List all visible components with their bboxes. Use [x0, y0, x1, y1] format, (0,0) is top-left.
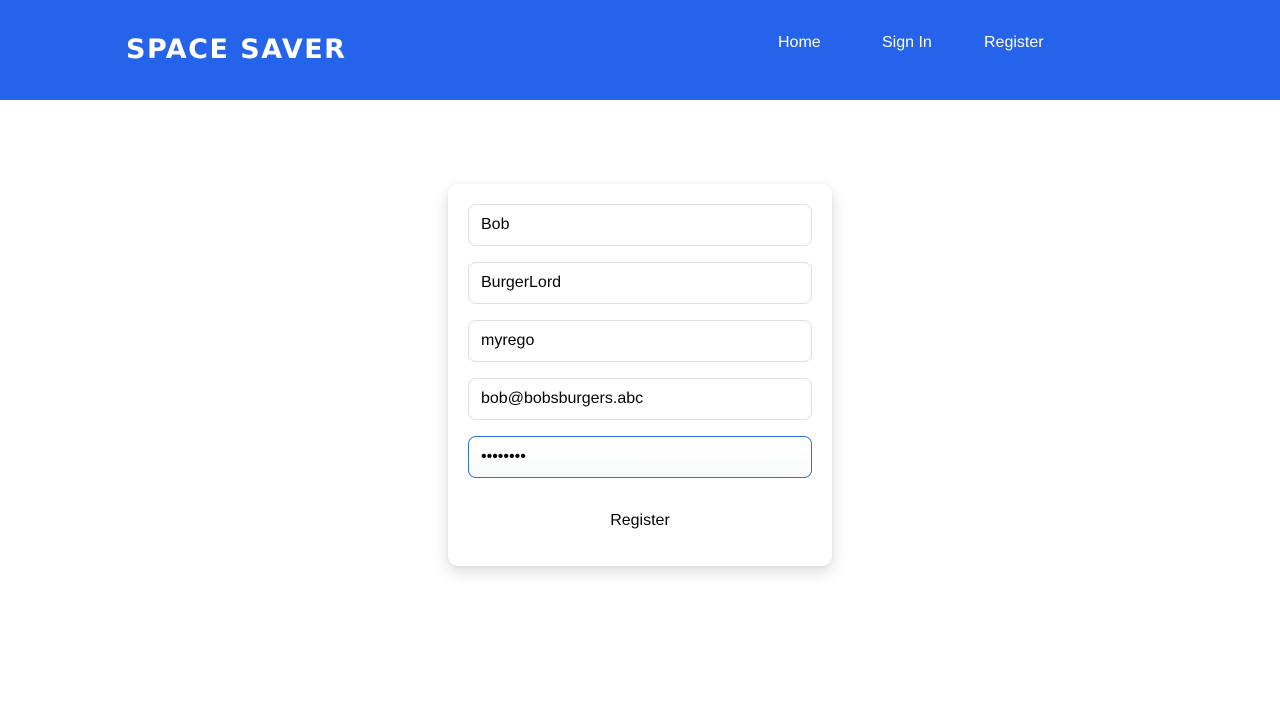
nav-register-link[interactable]: Register	[984, 33, 1044, 53]
register-button[interactable]: Register	[468, 500, 812, 542]
first-name-input[interactable]	[468, 204, 812, 246]
top-navbar: SPACE SAVER Home Sign In Register	[0, 0, 1280, 100]
nav-home-link[interactable]: Home	[778, 33, 821, 53]
last-name-input[interactable]	[468, 262, 812, 304]
register-form-card: Register	[448, 184, 832, 566]
brand-logo[interactable]: SPACE SAVER	[126, 33, 346, 67]
email-input[interactable]	[468, 378, 812, 420]
rego-input[interactable]	[468, 320, 812, 362]
password-input[interactable]	[468, 436, 812, 478]
nav-sign-in-link[interactable]: Sign In	[882, 33, 932, 53]
